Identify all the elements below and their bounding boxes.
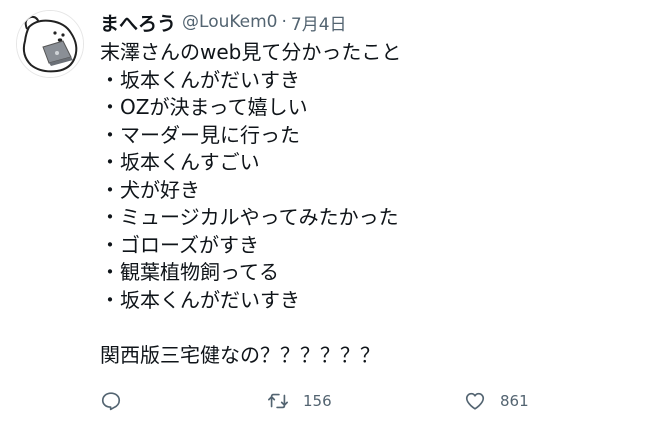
like-button[interactable]: 861 — [464, 386, 529, 416]
user-handle[interactable]: @LouKem0 — [182, 12, 277, 32]
tweet-line: ・OZが決まって嬉しい — [100, 95, 308, 119]
tweet-actions: 156 861 — [100, 386, 540, 416]
tweet-line: ・マーダー見に行った — [100, 122, 300, 147]
tweet-closing-line: 関西版三宅健なの？？？？？？ — [100, 342, 380, 367]
tweet-line: ・犬が好き — [100, 177, 200, 202]
tweet: まへろう @LouKem0 · 7月4日 末澤さんのweb見て分かったこと ・坂… — [0, 0, 646, 432]
tweet-line: ・ゴローズがすき — [100, 232, 259, 257]
tweet-line: ・坂本くんがだいすき — [100, 67, 300, 92]
tweet-text: 末澤さんのweb見て分かったこと ・坂本くんがだいすき ・OZが決まって嬉しい … — [100, 39, 401, 369]
separator-dot: · — [281, 12, 287, 32]
heart-icon — [465, 392, 485, 410]
tweet-line: ・坂本くんすごい — [100, 150, 260, 174]
reply-icon — [101, 392, 121, 411]
retweet-count: 156 — [303, 392, 332, 410]
like-count: 861 — [500, 392, 529, 410]
tweet-date[interactable]: 7月4日 — [291, 10, 347, 35]
bear-avatar-icon — [17, 11, 83, 77]
avatar[interactable] — [16, 10, 84, 78]
retweet-button[interactable]: 156 — [267, 386, 332, 416]
display-name[interactable]: まへろう — [100, 9, 176, 36]
tweet-line: ・ミュージカルやってみたかった — [100, 205, 399, 229]
tweet-header: まへろう @LouKem0 · 7月4日 — [100, 8, 347, 36]
tweet-line: ・坂本くんがだいすき — [100, 287, 300, 312]
retweet-icon — [268, 393, 288, 409]
tweet-line: 末澤さんのweb見て分かったこと — [100, 40, 402, 64]
reply-button[interactable] — [100, 386, 122, 416]
tweet-line: ・観葉植物飼ってる — [100, 260, 279, 284]
